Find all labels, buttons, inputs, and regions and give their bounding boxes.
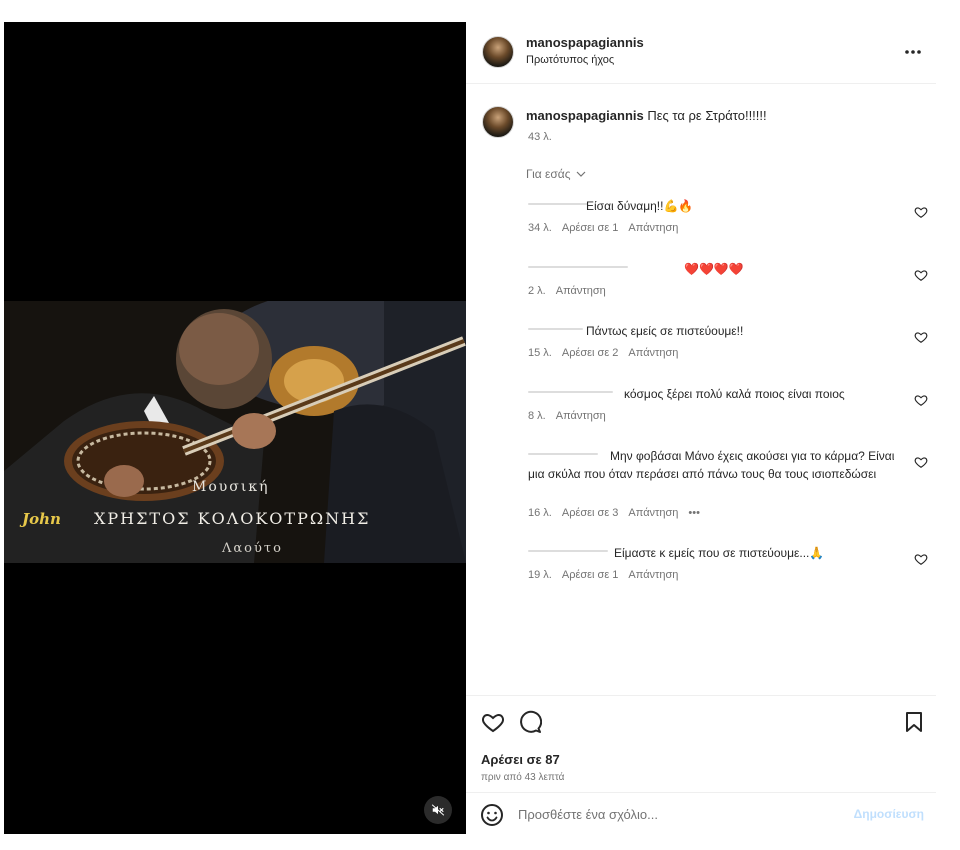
heart-icon[interactable]: [914, 268, 928, 282]
post-header: manospapagiannis Πρωτότυπος ήχος: [466, 22, 936, 84]
muted-speaker-icon: [431, 804, 445, 816]
comment-text: κόσμος ξέρει πολύ καλά ποιος είναι ποιος: [624, 387, 845, 401]
mute-button[interactable]: [424, 796, 452, 824]
post-action-bar: Αρέσει σε 87 πριν από 43 λεπτά: [466, 695, 936, 792]
bookmark-icon[interactable]: [902, 710, 926, 734]
comment-meta: 34 λ. Αρέσει σε 1 Απάντηση: [528, 222, 678, 234]
more-options-button[interactable]: [904, 39, 922, 60]
reply-button[interactable]: Απάντηση: [556, 285, 606, 297]
comment-likes-link[interactable]: Αρέσει σε 1: [562, 569, 619, 581]
comment-meta: 8 λ. Απάντηση: [528, 410, 606, 422]
comment-input[interactable]: [518, 801, 828, 827]
post-side-panel: manospapagiannis Πρωτότυπος ήχος manospa…: [466, 22, 936, 834]
comment-text: ❤️❤️❤️❤️: [684, 262, 744, 276]
comment-filter-label: Για εσάς: [526, 167, 571, 181]
video-player[interactable]: Μουσική John ΧΡΗΣΤΟΣ ΚΟΛΟΚΟΤΡΩΝΗΣ Λαούτο: [4, 22, 466, 834]
comment-filter-dropdown[interactable]: Για εσάς: [526, 167, 587, 181]
comment-text: Πάντως εμείς σε πιστεύουμε!!: [586, 324, 744, 338]
video-caption-signature: John: [22, 510, 61, 528]
avatar[interactable]: [482, 36, 514, 68]
comment-likes-link[interactable]: Αρέσει σε 1: [562, 222, 619, 234]
blurred-username: [528, 550, 608, 552]
chevron-down-icon: [576, 171, 585, 177]
caption-time: 43 λ.: [528, 131, 552, 143]
reply-button[interactable]: Απάντηση: [628, 347, 678, 359]
blurred-username: [528, 328, 583, 330]
heart-icon[interactable]: [914, 552, 928, 566]
comment-time: 16 λ.: [528, 507, 552, 519]
blurred-username: [528, 391, 613, 393]
comment-time: 34 λ.: [528, 222, 552, 234]
reply-button[interactable]: Απάντηση: [628, 569, 678, 581]
emoji-icon[interactable]: [480, 803, 504, 827]
video-caption-music: Μουσική: [192, 479, 270, 495]
comment-time: 8 λ.: [528, 410, 546, 422]
reply-button[interactable]: Απάντηση: [556, 410, 606, 422]
like-heart-icon[interactable]: [481, 710, 505, 734]
comment-meta: 2 λ. Απάντηση: [528, 285, 606, 297]
caption-text: Πες τα ρε Στράτο!!!!!!: [647, 108, 767, 123]
heart-icon[interactable]: [914, 455, 928, 469]
comment-composer: Δημοσίευση: [466, 792, 936, 834]
post-caption: manospapagiannis Πες τα ρε Στράτο!!!!!!: [526, 108, 767, 123]
caption-username[interactable]: manospapagiannis: [526, 108, 644, 123]
video-frame: Μουσική John ΧΡΗΣΤΟΣ ΚΟΛΟΚΟΤΡΩΝΗΣ Λαούτο: [4, 301, 466, 563]
header-username[interactable]: manospapagiannis: [526, 35, 644, 50]
comment-meta: 16 λ. Αρέσει σε 3 Απάντηση •••: [528, 507, 700, 519]
post-comment-button[interactable]: Δημοσίευση: [854, 807, 924, 821]
comment-likes-link[interactable]: Αρέσει σε 2: [562, 347, 619, 359]
heart-icon[interactable]: [914, 330, 928, 344]
comment-text: Είμαστε κ εμείς που σε πιστεύουμε...🙏: [614, 546, 825, 560]
more-options-icon: [905, 50, 921, 54]
reply-button[interactable]: Απάντηση: [628, 507, 678, 519]
video-caption-instrument: Λαούτο: [222, 541, 283, 556]
comment-text: Μην φοβάσαι Μάνο έχεις ακούσει για το κά…: [528, 449, 895, 481]
heart-icon[interactable]: [914, 205, 928, 219]
likes-count[interactable]: Αρέσει σε 87: [481, 752, 560, 767]
heart-icon[interactable]: [914, 393, 928, 407]
comment-time: 2 λ.: [528, 285, 546, 297]
comment-text: Είσαι δύναμη!!💪🔥: [586, 199, 694, 213]
post-time: πριν από 43 λεπτά: [481, 772, 565, 783]
blurred-username: [528, 266, 628, 268]
reply-button[interactable]: Απάντηση: [628, 222, 678, 234]
comment-bubble-icon[interactable]: [518, 710, 542, 734]
comment-meta: 19 λ. Αρέσει σε 1 Απάντηση: [528, 569, 678, 581]
video-caption-name: ΧΡΗΣΤΟΣ ΚΟΛΟΚΟΤΡΩΝΗΣ: [94, 509, 371, 528]
comment-likes-link[interactable]: Αρέσει σε 3: [562, 507, 619, 519]
blurred-username: [528, 203, 588, 205]
comment-more-button[interactable]: •••: [688, 507, 700, 519]
comment-meta: 15 λ. Αρέσει σε 2 Απάντηση: [528, 347, 678, 359]
original-audio-link[interactable]: Πρωτότυπος ήχος: [526, 54, 614, 66]
comment-time: 15 λ.: [528, 347, 552, 359]
caption-avatar[interactable]: [482, 106, 514, 138]
comment-time: 19 λ.: [528, 569, 552, 581]
